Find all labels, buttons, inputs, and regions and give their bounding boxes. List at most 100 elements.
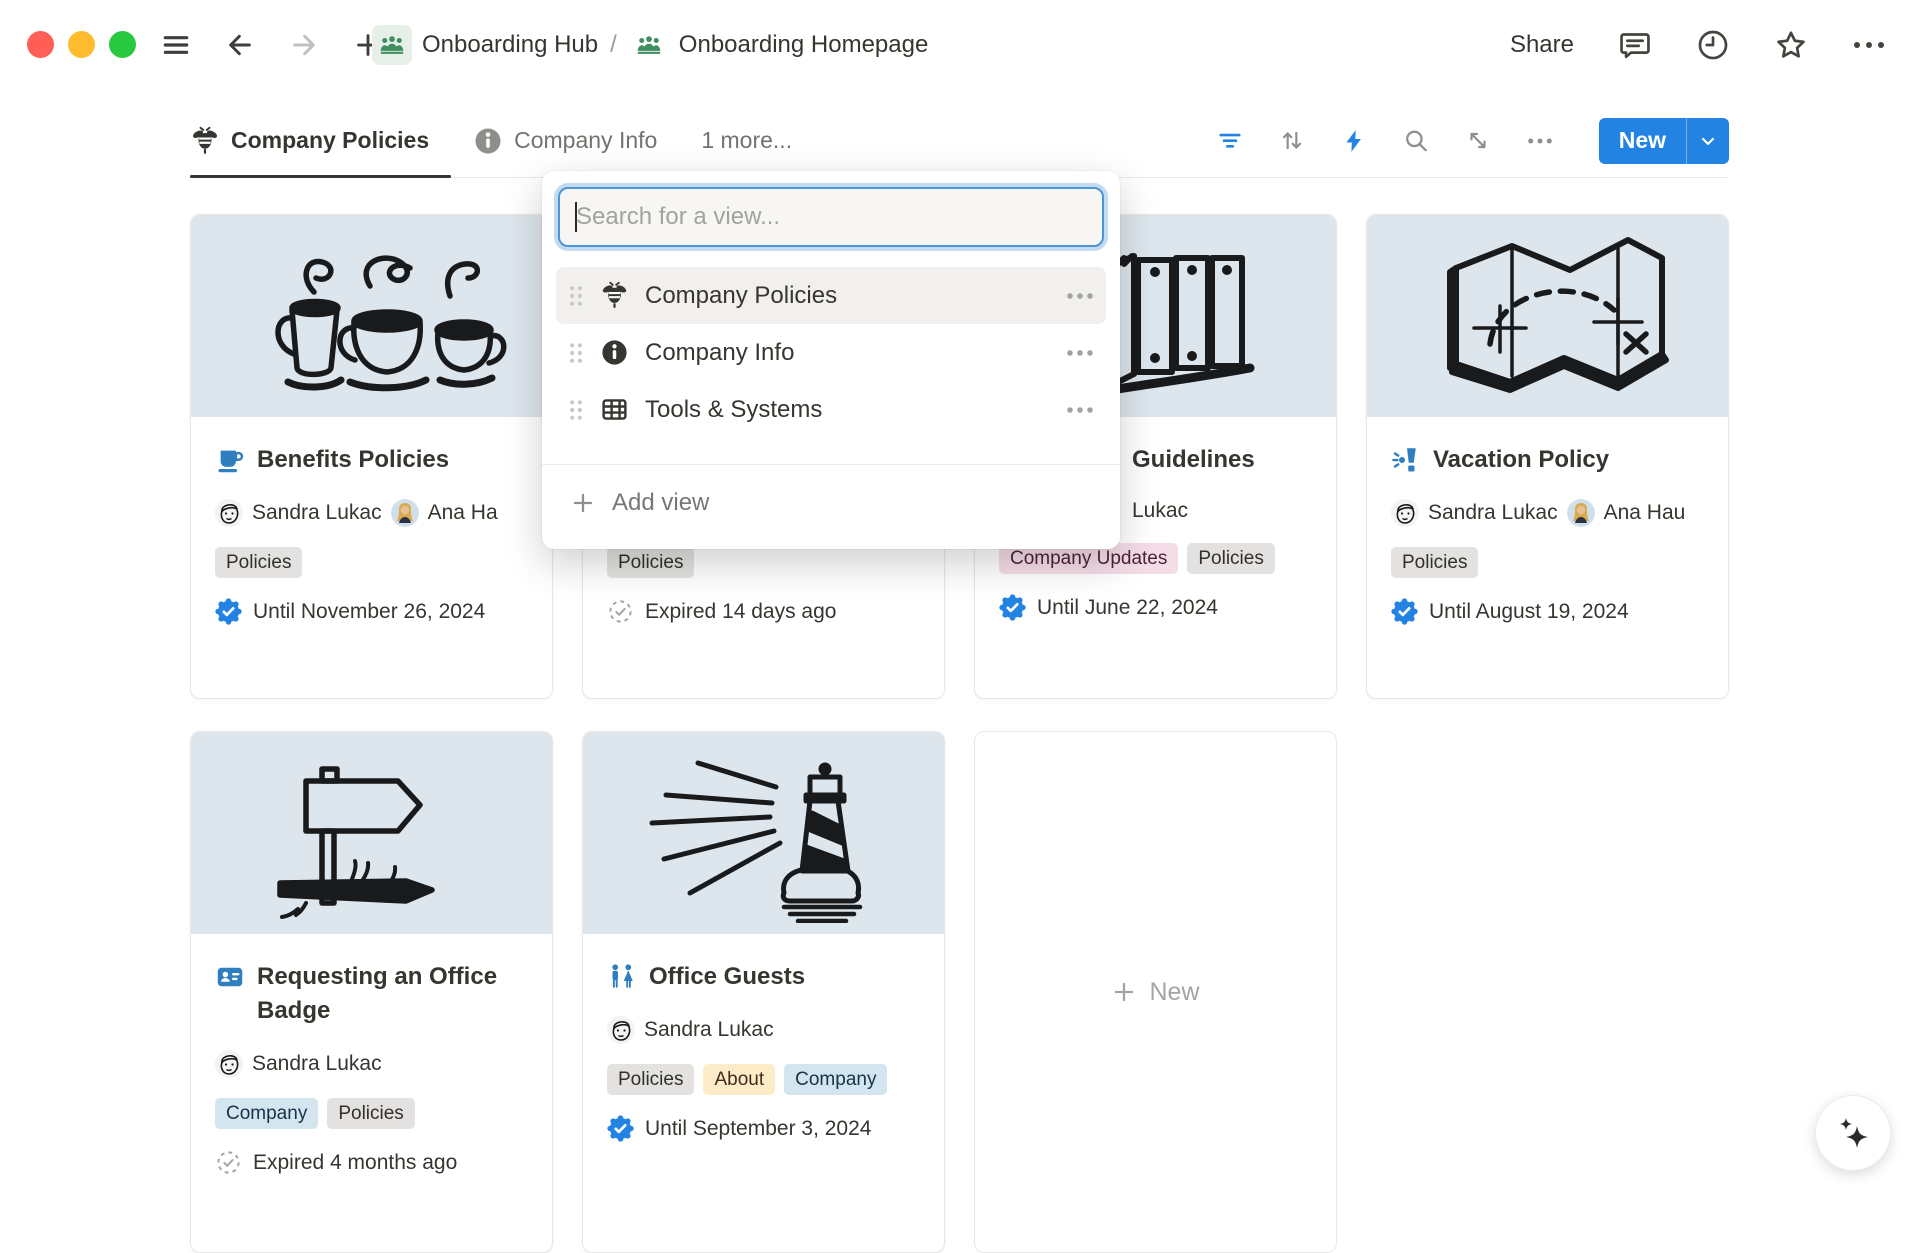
history-clock-icon[interactable]	[1696, 28, 1730, 62]
item-options-icon[interactable]	[1066, 349, 1094, 357]
author: Ana Ha	[391, 499, 498, 527]
share-button[interactable]: Share	[1510, 31, 1574, 59]
view-search-input[interactable]	[560, 189, 1102, 245]
card-tags: Policies	[215, 547, 528, 578]
card-status: Until September 3, 2024	[607, 1115, 920, 1142]
breadcrumb-item-onboarding-hub[interactable]: Onboarding Hub	[372, 25, 598, 65]
favorite-star-icon[interactable]	[1774, 28, 1808, 62]
new-button-label[interactable]: New	[1599, 127, 1686, 154]
tag-policies: Policies	[1391, 547, 1478, 578]
breadcrumb-label: Onboarding Hub	[422, 31, 598, 59]
people-icon	[629, 25, 669, 65]
breadcrumb-label: Onboarding Homepage	[679, 31, 929, 59]
automation-bolt-icon[interactable]	[1341, 128, 1367, 154]
tab-company-policies[interactable]: Company Policies	[190, 104, 451, 177]
breadcrumb-item-onboarding-homepage[interactable]: Onboarding Homepage	[629, 25, 929, 65]
sort-icon[interactable]	[1279, 128, 1305, 154]
mug-icon	[215, 445, 245, 475]
card-body: Requesting an Office BadgeSandra LukacCo…	[191, 934, 552, 1176]
card-vacation-policy[interactable]: Vacation Policy Sandra Lukac Ana Hau Polici…	[1366, 214, 1729, 699]
search-icon[interactable]	[1403, 128, 1429, 154]
author: Sandra Lukac	[215, 499, 382, 527]
author-name: Lukac	[1132, 499, 1188, 523]
card-status-text: Until November 26, 2024	[253, 600, 485, 624]
view-options-icon[interactable]	[1527, 128, 1553, 154]
avatar	[1391, 499, 1419, 527]
card-tags: Policies	[1391, 547, 1704, 578]
zoom-window-button[interactable]	[109, 31, 136, 58]
expired-icon	[607, 598, 634, 625]
card-authors: Sandra Lukac Ana Hau	[1391, 499, 1704, 527]
card-status: Until August 19, 2024	[1391, 598, 1704, 625]
new-card-inner: New	[1111, 978, 1199, 1007]
view-menu-item-label: Company Info	[645, 339, 794, 367]
add-view-button[interactable]: Add view	[556, 469, 1106, 537]
tab-label: Company Policies	[231, 127, 429, 154]
card-cover-image	[191, 215, 552, 417]
filter-icon[interactable]	[1217, 128, 1243, 154]
comments-icon[interactable]	[1618, 28, 1652, 62]
drag-handle-icon[interactable]	[568, 399, 584, 421]
card-cover-image	[583, 732, 944, 934]
alert-sun-icon	[1391, 445, 1421, 475]
card-authors: Sandra Lukac	[607, 1016, 920, 1044]
avatar	[607, 1016, 635, 1044]
card-title-text: Vacation Policy	[1433, 443, 1609, 477]
view-list: Company Policies Company Info Tools & Syst…	[556, 267, 1106, 438]
tag-policies: Policies	[607, 1064, 694, 1095]
breadcrumb-separator: /	[610, 31, 617, 59]
drag-handle-icon[interactable]	[568, 285, 584, 307]
chevron-down-icon[interactable]	[1687, 131, 1729, 151]
bee-icon	[600, 281, 629, 310]
close-window-button[interactable]	[27, 31, 54, 58]
card-body: Vacation Policy Sandra Lukac Ana Hau Polici…	[1367, 417, 1728, 625]
view-menu-item-tools-systems[interactable]: Tools & Systems	[556, 381, 1106, 438]
info-icon	[473, 126, 503, 156]
add-view-label: Add view	[612, 489, 709, 517]
new-card-button[interactable]: New	[974, 731, 1337, 1253]
author-name: Sandra Lukac	[252, 501, 382, 525]
drag-handle-icon[interactable]	[568, 342, 584, 364]
tab-label: 1 more...	[701, 127, 792, 154]
card-title-text: Requesting an Office Badge	[257, 960, 528, 1028]
plus-icon	[1111, 979, 1137, 1005]
author-name: Sandra Lukac	[644, 1018, 774, 1042]
author: Sandra Lukac	[1391, 499, 1558, 527]
author: Ana Hau	[1567, 499, 1686, 527]
item-options-icon[interactable]	[1066, 292, 1094, 300]
view-menu-item-label: Company Policies	[645, 282, 837, 310]
people-icon	[372, 25, 412, 65]
sidebar-menu-icon[interactable]	[156, 25, 196, 65]
ai-assistant-button[interactable]	[1816, 1096, 1890, 1170]
author-name: Sandra Lukac	[1428, 501, 1558, 525]
card-status-text: Until September 3, 2024	[645, 1117, 871, 1141]
new-button[interactable]: New	[1599, 118, 1729, 164]
card-benefits-policies[interactable]: Benefits PoliciesSandra LukacAna HaPolic…	[190, 214, 553, 699]
expired-icon	[215, 1149, 242, 1176]
card-status-text: Until August 19, 2024	[1429, 600, 1629, 624]
back-button[interactable]	[220, 25, 260, 65]
card-title-text: Guidelines	[1132, 443, 1255, 477]
tab-1-more[interactable]: 1 more...	[701, 104, 792, 177]
bee-icon	[190, 126, 220, 156]
card-authors: Sandra Lukac	[215, 1050, 528, 1078]
view-search-field[interactable]	[558, 187, 1104, 247]
avatar	[215, 499, 243, 527]
card-requesting-an-office-badge[interactable]: Requesting an Office BadgeSandra LukacCo…	[190, 731, 553, 1253]
item-options-icon[interactable]	[1066, 406, 1094, 414]
card-tags: Policies	[607, 547, 920, 578]
tab-company-info[interactable]: Company Info	[473, 104, 657, 177]
minimize-window-button[interactable]	[68, 31, 95, 58]
avatar	[215, 1050, 243, 1078]
view-menu-item-company-policies[interactable]: Company Policies	[556, 267, 1106, 324]
breadcrumb: Onboarding Hub / Onboarding Homepage	[372, 0, 928, 90]
author-name: Sandra Lukac	[252, 1052, 382, 1076]
card-status: Until November 26, 2024	[215, 598, 528, 625]
forward-button[interactable]	[284, 25, 324, 65]
card-office-guests[interactable]: Office GuestsSandra LukacPoliciesAboutCo…	[582, 731, 945, 1253]
expand-icon[interactable]	[1465, 128, 1491, 154]
view-menu-item-company-info[interactable]: Company Info	[556, 324, 1106, 381]
more-options-icon[interactable]	[1852, 28, 1886, 62]
window-controls	[27, 31, 136, 58]
author-name: Ana Ha	[428, 501, 498, 525]
